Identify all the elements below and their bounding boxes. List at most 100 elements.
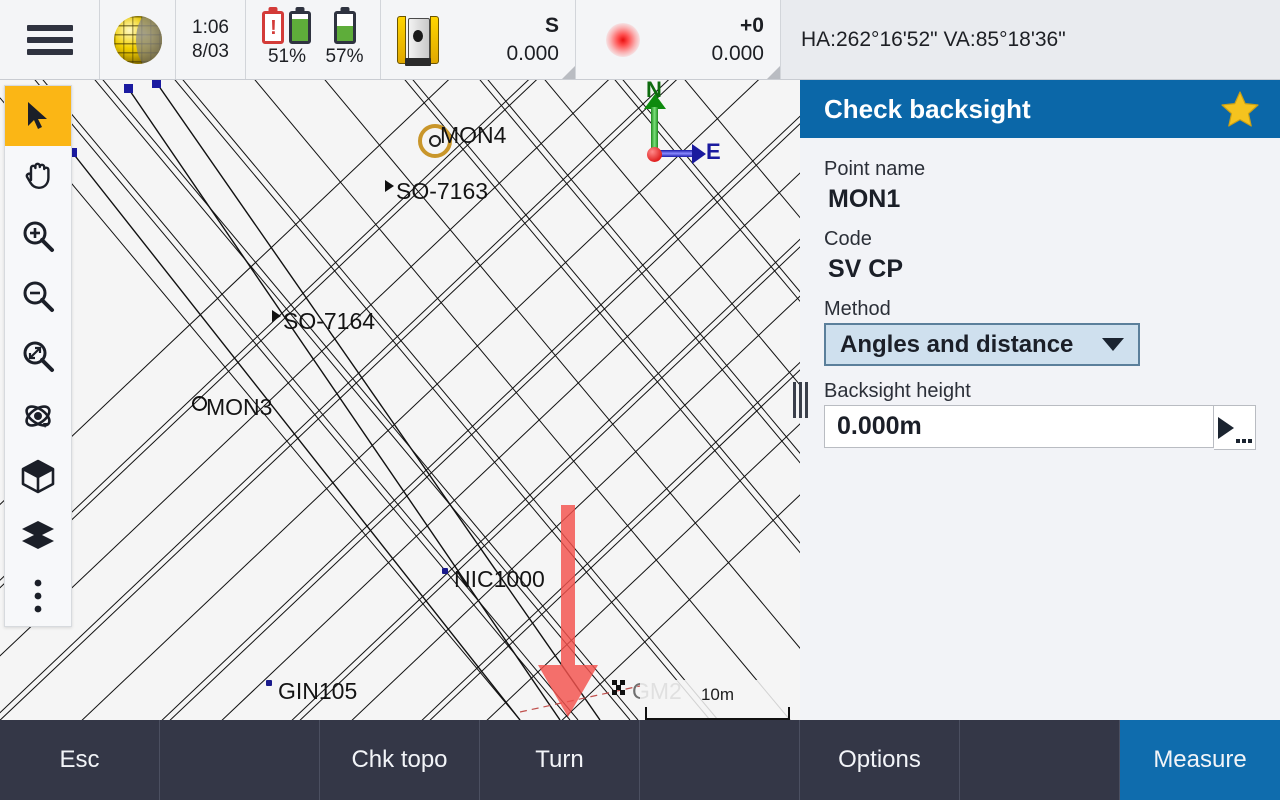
star-icon[interactable]	[1220, 90, 1260, 128]
code-label: Code	[824, 228, 872, 250]
esc-button-label: Esc	[59, 746, 100, 773]
view-3d-tool[interactable]	[5, 446, 71, 506]
battery-icons-2	[333, 11, 356, 44]
bottom-spacer-3	[960, 720, 1120, 800]
clock-date: 8/03	[192, 40, 229, 62]
total-station-icon	[395, 14, 441, 66]
instrument-readout: S 0.000	[451, 12, 575, 67]
battery-half-icon	[333, 11, 356, 44]
map-canvas[interactable]: MON4 SO-7163 SO-7164 MON3 NIC1000 GIN105…	[0, 80, 800, 720]
measure-button[interactable]: Measure	[1120, 720, 1280, 800]
angles-readout: HA:262°16'52" VA:85°18'36"	[781, 0, 1280, 79]
backsight-height-input[interactable]: 0.000m	[824, 405, 1214, 448]
method-label: Method	[824, 298, 891, 320]
scale-bar: 10m	[645, 685, 790, 720]
backsight-height-options-button[interactable]	[1214, 405, 1256, 450]
measure-button-label: Measure	[1153, 746, 1247, 773]
zoom-in-icon	[23, 221, 54, 252]
chevron-down-icon	[1102, 338, 1124, 351]
chk-topo-button[interactable]: Chk topo	[320, 720, 480, 800]
method-select[interactable]: Angles and distance	[824, 323, 1140, 366]
orbit-tool[interactable]	[5, 386, 71, 446]
panel-header: Check backsight	[800, 80, 1280, 138]
instrument-status[interactable]: S 0.000	[381, 0, 576, 79]
panel-body: Point name MON1 Code SV CP Method Angles…	[800, 138, 1280, 450]
app-root: 1:06 8/03 ! 51% 57% S 0.000 +0 0.000 HA:…	[0, 0, 1280, 800]
target-readout: +0 0.000	[650, 12, 780, 67]
polyline-vertex[interactable]	[152, 80, 161, 88]
zoom-extents-tool[interactable]	[5, 326, 71, 386]
options-button-label: Options	[838, 746, 921, 773]
map-point-marker-so-7164[interactable]	[272, 310, 281, 322]
backsight-height-value: 0.000m	[837, 412, 922, 440]
zoom-extents-icon	[23, 341, 54, 372]
target-status[interactable]: +0 0.000	[576, 0, 781, 79]
layers-tool[interactable]	[5, 506, 71, 566]
layers-icon	[22, 521, 54, 549]
hamburger-icon	[26, 24, 73, 55]
battery-group-1: ! 51%	[262, 11, 312, 68]
panel-resize-handle[interactable]	[789, 378, 811, 422]
target-key: +0	[740, 14, 764, 38]
point-name-label: Point name	[824, 158, 926, 180]
turn-button[interactable]: Turn	[480, 720, 640, 800]
play-triangle-icon	[1217, 416, 1234, 439]
map-point-marker-nic1000[interactable]	[442, 568, 448, 574]
clock-display[interactable]: 1:06 8/03	[176, 0, 246, 79]
battery-status[interactable]: ! 51% 57%	[246, 0, 381, 79]
cursor-arrow-icon	[28, 102, 47, 129]
annotation-arrow-icon	[538, 505, 598, 717]
target-value: 0.000	[711, 41, 764, 65]
more-tools[interactable]	[5, 566, 71, 626]
zoom-out-icon	[23, 281, 54, 312]
map-point-marker-mon4[interactable]	[418, 124, 452, 158]
battery-2-percent: 57%	[325, 46, 364, 67]
scale-bar-line	[645, 707, 790, 720]
laser-dot-icon	[606, 22, 640, 57]
options-button[interactable]: Options	[800, 720, 960, 800]
instrument-key: S	[544, 14, 559, 38]
instrument-value: 0.000	[506, 41, 559, 65]
code-value[interactable]: SV CP	[824, 253, 1256, 298]
bottom-spacer-2	[640, 720, 800, 800]
pan-tool[interactable]	[5, 146, 71, 206]
more-vertical-icon	[34, 579, 42, 613]
compass-origin-dot	[647, 147, 662, 162]
turn-button-label: Turn	[535, 746, 584, 773]
globe-button[interactable]	[100, 0, 176, 79]
zoom-in-tool[interactable]	[5, 206, 71, 266]
check-backsight-panel: Check backsight Point name MON1 Code SV …	[800, 80, 1280, 720]
ellipsis-icon	[1235, 439, 1252, 443]
zoom-out-tool[interactable]	[5, 266, 71, 326]
esc-button[interactable]: Esc	[0, 720, 160, 800]
battery-1-percent: 51%	[267, 46, 306, 67]
backsight-height-row: 0.000m	[824, 405, 1256, 450]
backsight-height-label: Backsight height	[824, 380, 971, 402]
battery-group-2: 57%	[325, 11, 364, 68]
select-tool[interactable]	[5, 86, 71, 146]
bottom-spacer-1	[160, 720, 320, 800]
cube-icon	[21, 459, 55, 494]
bottom-toolbar: Esc Chk topo Turn Options Measure	[0, 720, 1280, 800]
chk-topo-button-label: Chk topo	[351, 746, 448, 773]
orbit-icon	[25, 405, 51, 428]
map-point-marker-so-7163[interactable]	[385, 180, 394, 192]
north-arrow-compass: N E	[620, 80, 721, 175]
east-arrow-icon	[692, 144, 706, 164]
map-point-marker-mon3[interactable]	[192, 396, 207, 411]
battery-alert-icon: !	[262, 11, 285, 44]
clock-time: 1:06	[192, 16, 229, 38]
method-value: Angles and distance	[840, 330, 1074, 358]
battery-icons-1: !	[262, 11, 312, 44]
map-point-marker-gin105[interactable]	[266, 680, 272, 686]
map-linework	[0, 80, 800, 720]
scale-bar-label: 10m	[700, 685, 735, 704]
globe-icon	[113, 15, 162, 64]
status-bar: 1:06 8/03 ! 51% 57% S 0.000 +0 0.000 HA:…	[0, 0, 1280, 80]
map-toolbar	[4, 85, 72, 627]
main-menu-button[interactable]	[0, 0, 100, 79]
polyline-vertex[interactable]	[124, 84, 133, 93]
page-title: Check backsight	[824, 93, 1031, 124]
east-label: E	[706, 139, 721, 164]
point-name-value[interactable]: MON1	[824, 183, 1256, 228]
